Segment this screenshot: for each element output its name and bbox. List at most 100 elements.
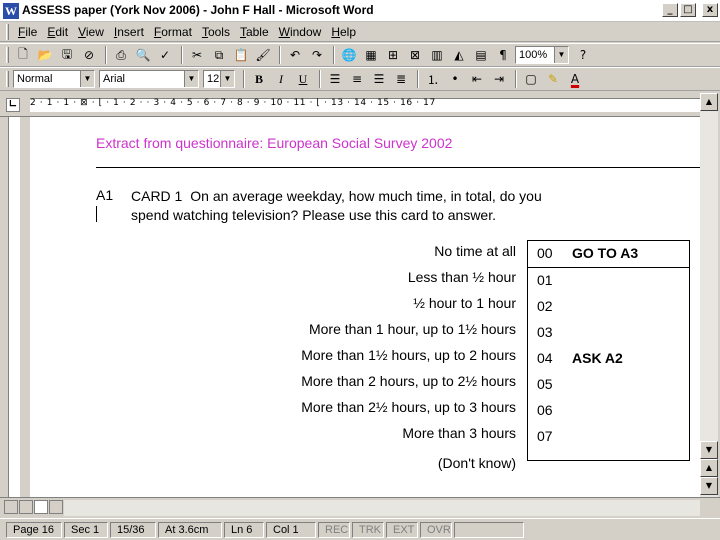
insert-table-icon[interactable]: ⊞ [383,45,403,65]
close-button[interactable]: x [702,3,718,17]
status-column: Col 1 [266,521,316,538]
spelling-icon[interactable]: ✓ [155,45,175,65]
print-icon[interactable]: ⎙ [111,45,131,65]
answer-label: More than 3 hours [402,425,516,441]
menu-format[interactable]: Format [149,25,197,39]
answer-code: 05 [537,376,553,392]
borders-icon[interactable]: ▢ [521,69,541,89]
answer-code: 00 [537,245,553,261]
toolbar-grip[interactable] [6,47,9,63]
chevron-down-icon[interactable]: ▼ [80,71,94,87]
menu-insert[interactable]: Insert [109,25,149,39]
redo-icon[interactable]: ↷ [307,45,327,65]
underline-button[interactable]: U [293,69,313,89]
paste-icon[interactable]: 📋 [231,45,251,65]
increase-indent-icon[interactable]: ⇥ [489,69,509,89]
drawing-icon[interactable]: ◭ [449,45,469,65]
italic-button[interactable]: I [271,69,291,89]
document-page[interactable]: Extract from questionnaire: European Soc… [30,117,700,497]
copy-icon[interactable]: ⧉ [209,45,229,65]
document-map-icon[interactable]: ▤ [471,45,491,65]
align-right-icon[interactable]: ☰ [369,69,389,89]
minimize-button[interactable]: _ [662,3,678,17]
answer-label: No time at all [434,243,516,259]
answer-code: 03 [537,324,553,340]
bold-button[interactable]: B [249,69,269,89]
columns-icon[interactable]: ▥ [427,45,447,65]
word-app-icon[interactable]: W [3,3,19,19]
question-number: A1 [96,187,114,203]
print-layout-icon[interactable] [34,500,48,514]
justify-icon[interactable]: ≣ [391,69,411,89]
menu-tools[interactable]: Tools [197,25,235,39]
hyperlink-icon[interactable]: 🌐 [339,45,359,65]
card-label: CARD 1 [131,188,183,204]
save-icon[interactable]: 🖫 [57,45,77,65]
font-value: Arial [103,73,126,85]
horizontal-ruler[interactable]: ∟ 2 · 1 · 1 · ⊠ · ⌊ · 1 · 2 · · 3 · 4 · … [0,93,700,117]
status-language [454,521,524,538]
cut-icon[interactable]: ✂ [187,45,207,65]
status-rec[interactable]: REC [318,521,350,538]
status-page: Page 16 [6,521,62,538]
tables-borders-icon[interactable]: ▦ [361,45,381,65]
align-center-icon[interactable]: ≡ [347,69,367,89]
open-folder-icon[interactable]: 📂 [35,45,55,65]
question-body: On an average weekday, how much time, in… [131,188,542,223]
zoom-select[interactable]: 100% ▼ [515,46,569,64]
status-ext[interactable]: EXT [386,521,418,538]
align-left-icon[interactable]: ☰ [325,69,345,89]
status-ovr[interactable]: OVR [420,521,452,538]
numbering-icon[interactable]: ⒈ [423,69,443,89]
font-color-icon[interactable]: A [565,69,585,89]
chevron-down-icon[interactable]: ▼ [220,71,234,87]
routing-instruction: ASK A2 [572,350,623,366]
undo-icon[interactable]: ↶ [285,45,305,65]
style-select[interactable]: Normal ▼ [13,70,95,88]
previous-page-icon[interactable]: ▲ [700,459,718,477]
maximize-button[interactable]: □ [680,3,696,17]
next-page-icon[interactable]: ▼ [700,477,718,495]
code-box-divider [528,267,689,268]
font-select[interactable]: Arial ▼ [99,70,199,88]
vertical-scrollbar[interactable]: ▲ ▼ ▲ ▼ [700,93,718,497]
permission-icon[interactable]: ⊘ [79,45,99,65]
menu-file[interactable]: File [13,25,42,39]
outline-view-icon[interactable] [49,500,63,514]
scroll-up-icon[interactable]: ▲ [700,93,718,111]
horizontal-scrollbar[interactable] [64,500,700,516]
menu-edit[interactable]: Edit [42,25,73,39]
new-document-icon[interactable]: 🗋 [13,45,33,65]
chevron-down-icon[interactable]: ▼ [184,71,198,87]
menu-view[interactable]: View [73,25,109,39]
answer-label: ½ hour to 1 hour [413,295,516,311]
answer-code: 06 [537,402,553,418]
status-section: Sec 1 [64,521,108,538]
menu-window[interactable]: Window [274,25,327,39]
chevron-down-icon[interactable]: ▼ [554,47,568,63]
normal-view-icon[interactable] [4,500,18,514]
vertical-ruler[interactable] [0,117,30,497]
format-painter-icon[interactable]: 🖌 [253,45,273,65]
title-bar: W ASSESS paper (York Nov 2006) - John F … [0,0,720,22]
window-controls: _ □ x [662,3,718,17]
font-size-select[interactable]: 12 ▼ [203,70,235,88]
menu-table[interactable]: Table [235,25,274,39]
status-pages: 15/36 [110,521,156,538]
menu-help[interactable]: Help [326,25,361,39]
decrease-indent-icon[interactable]: ⇤ [467,69,487,89]
formatting-toolbar: Normal ▼ Arial ▼ 12 ▼ B I U ☰ ≡ ☰ ≣ ⒈ • … [0,67,720,91]
web-view-icon[interactable] [19,500,33,514]
routing-instruction: GO TO A3 [572,245,639,261]
tab-selector[interactable]: ∟ [6,98,20,112]
insert-excel-icon[interactable]: ⊠ [405,45,425,65]
menu-grip[interactable] [6,23,9,40]
show-formatting-icon[interactable]: ¶ [493,45,513,65]
print-preview-icon[interactable]: 🔍 [133,45,153,65]
bullets-icon[interactable]: • [445,69,465,89]
toolbar-grip[interactable] [6,71,9,87]
help-icon[interactable]: ? [573,45,593,65]
status-trk[interactable]: TRK [352,521,384,538]
highlight-icon[interactable]: ✎ [543,69,563,89]
scroll-down-icon[interactable]: ▼ [700,441,718,459]
